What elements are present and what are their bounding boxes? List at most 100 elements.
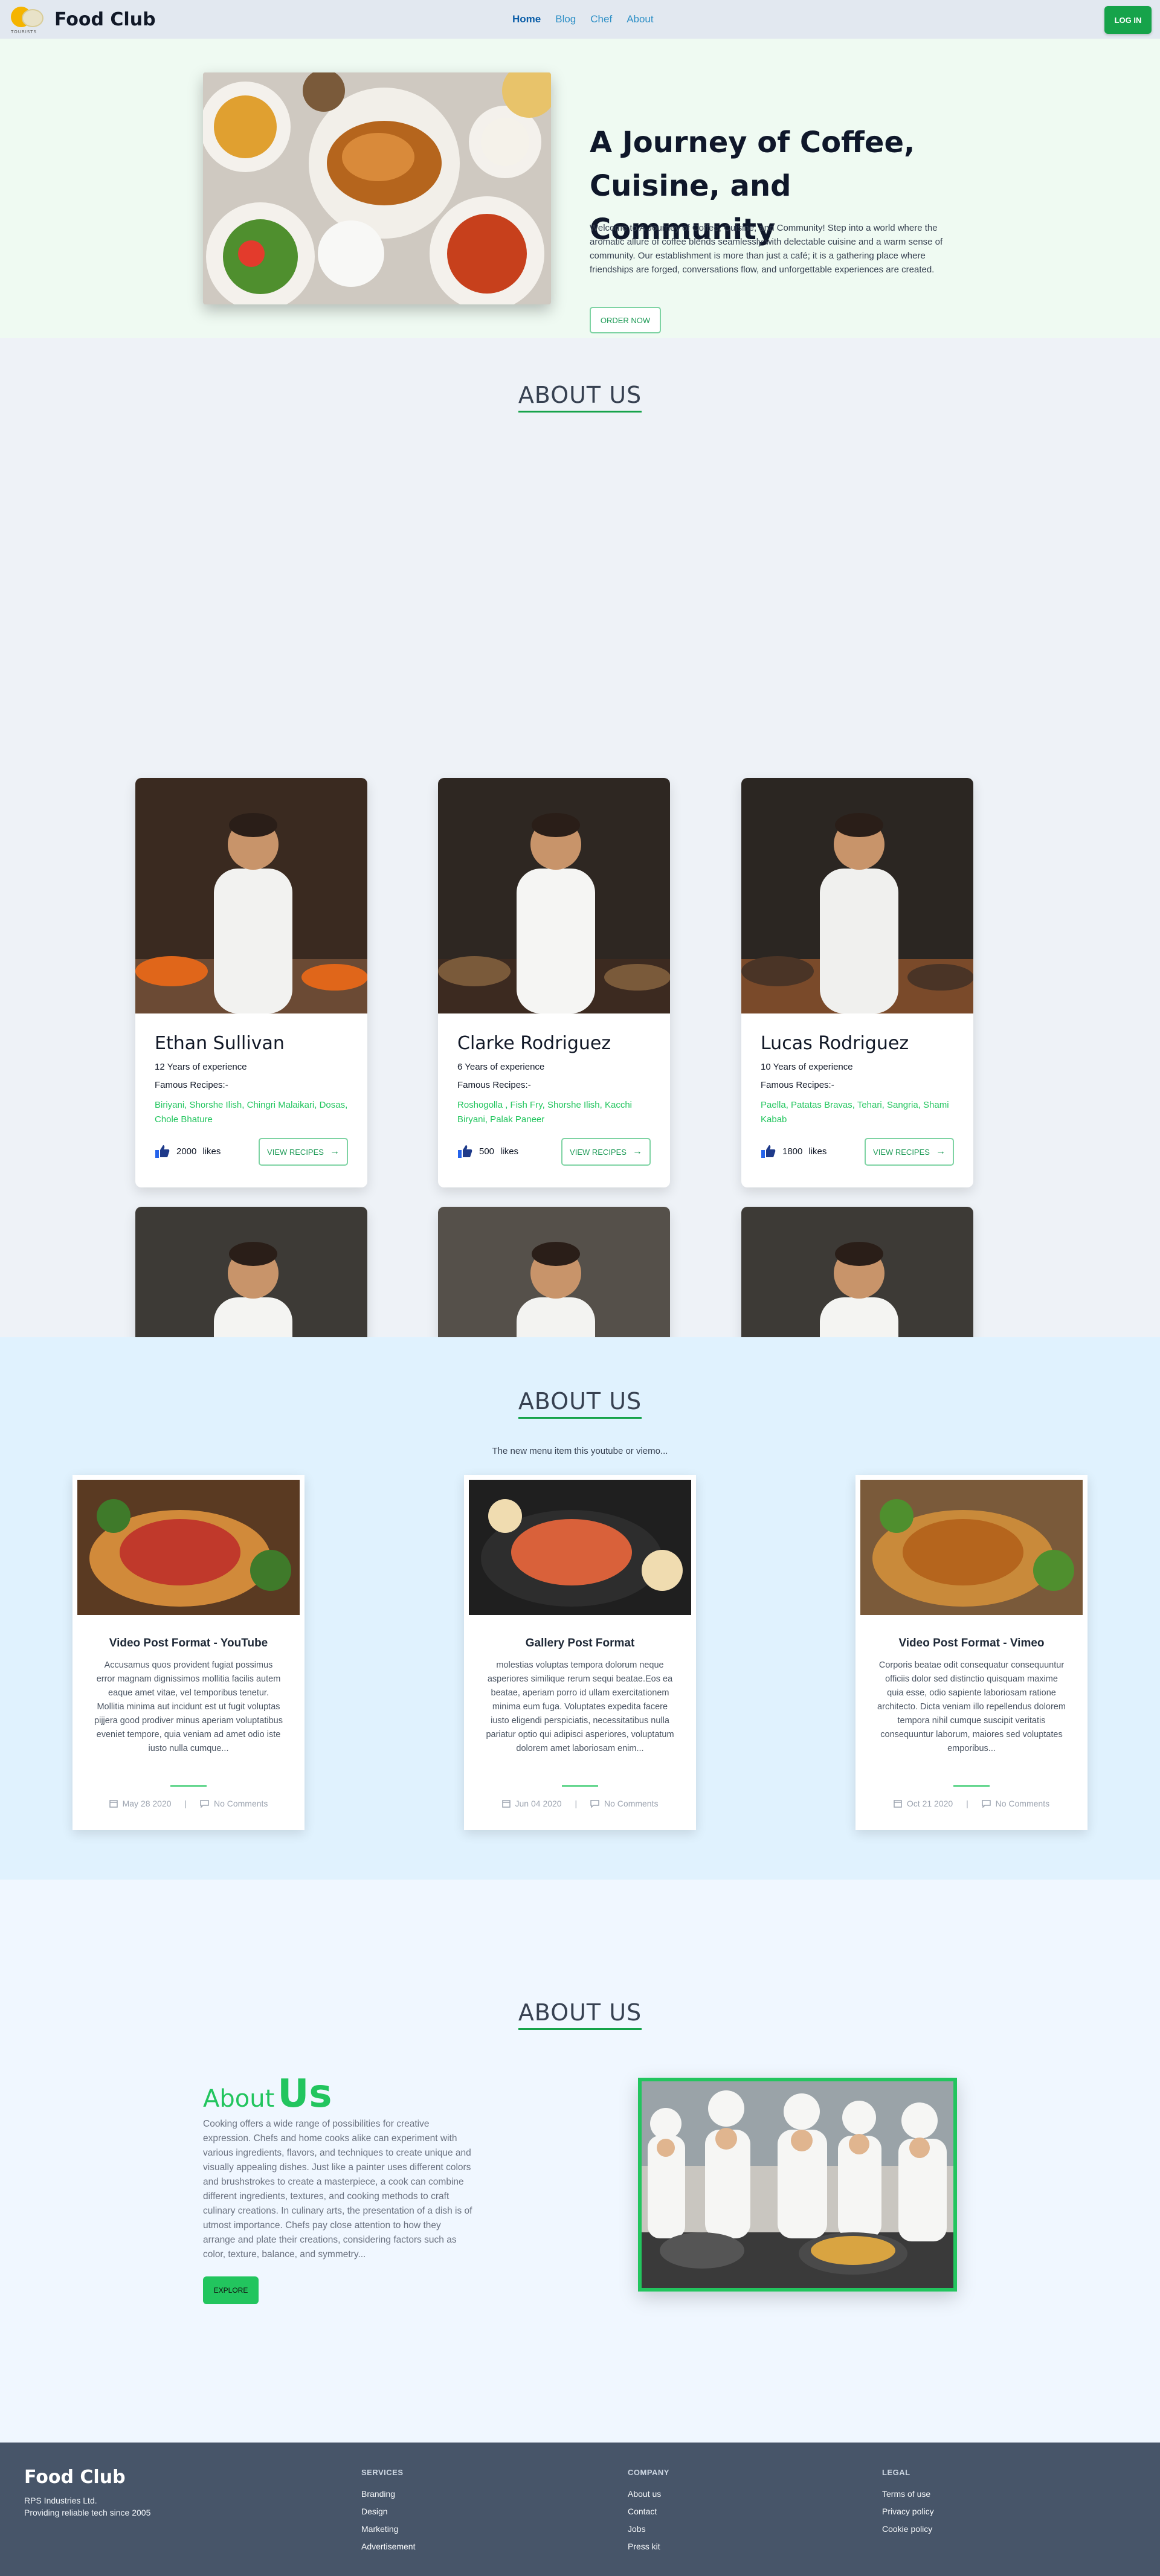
chef-name: Clarke Rodriguez: [457, 1033, 611, 1054]
meta-separator: |: [966, 1799, 968, 1808]
posts-subtitle: The new menu item this youtube or viemo.…: [492, 1446, 668, 1456]
footer-link[interactable]: Press kit: [628, 2542, 669, 2551]
footer-link[interactable]: Privacy policy: [882, 2507, 934, 2516]
chef-name: Lucas Rodriguez: [761, 1033, 909, 1054]
post-meta: May 28 2020 | No Comments: [72, 1799, 304, 1808]
posts-section: ABOUT US The new menu item this youtube …: [0, 1337, 1160, 1880]
footer-tagline: Providing reliable tech since 2005: [24, 2508, 151, 2517]
chef-name: Ethan Sullivan: [155, 1033, 285, 1054]
chef-recipes: Biriyani, Shorshe Ilish, Chingri Malaika…: [155, 1100, 348, 1125]
chefs-section-title-wrap: ABOUT US: [0, 382, 1160, 413]
post-title[interactable]: Gallery Post Format: [464, 1637, 696, 1650]
footer-column-title: COMPANY: [628, 2468, 669, 2477]
post-title[interactable]: Video Post Format - YouTube: [72, 1637, 304, 1650]
post-comments[interactable]: No Comments: [996, 1799, 1049, 1808]
likes-word: likes: [202, 1146, 221, 1157]
famous-recipes-label: Famous Recipes:-: [761, 1080, 834, 1090]
chef-experience: 12 Years of experience: [155, 1062, 247, 1072]
meta-separator: |: [184, 1799, 187, 1808]
arrow-right-icon: →: [329, 1146, 340, 1157]
hero-section: A Journey of Coffee, Cuisine, and Commun…: [0, 39, 1160, 338]
post-excerpt: Corporis beatae odit consequatur consequ…: [877, 1660, 1066, 1753]
logo-caption: TOURISTS: [11, 30, 37, 34]
brand-name[interactable]: Food Club: [54, 9, 156, 30]
chef-recipes: Paella, Patatas Bravas, Tehari, Sangria,…: [761, 1100, 949, 1125]
explore-button[interactable]: EXPLORE: [203, 2276, 259, 2304]
famous-recipes-label: Famous Recipes:-: [457, 1080, 531, 1090]
post-date: May 28 2020: [122, 1799, 172, 1808]
hero-description: Welcome to A Journey of Coffee, Cuisine,…: [590, 223, 943, 275]
comment-icon: [200, 1800, 209, 1808]
footer-link[interactable]: Design: [361, 2507, 415, 2516]
view-recipes-button[interactable]: VIEW RECIPES →: [865, 1138, 954, 1166]
footer-link[interactable]: Marketing: [361, 2524, 415, 2534]
like-count: 2000 likes: [176, 1146, 221, 1157]
posts-section-title-wrap: ABOUT US: [0, 1388, 1160, 1419]
nav-link-chef[interactable]: Chef: [590, 13, 612, 25]
post-image: [469, 1480, 691, 1615]
chef-card: Lucas Rodriguez 10 Years of experience F…: [741, 778, 973, 1187]
logo[interactable]: TOURISTS: [8, 4, 50, 34]
view-recipes-label: VIEW RECIPES: [267, 1147, 324, 1157]
chef-recipes: Roshogolla , Fish Fry, Shorshe Ilish, Ka…: [457, 1100, 633, 1125]
footer-link[interactable]: About us: [628, 2489, 669, 2499]
like-count: 1800 likes: [782, 1146, 826, 1157]
post-comments[interactable]: No Comments: [214, 1799, 268, 1808]
login-button[interactable]: LOG IN: [1104, 6, 1152, 34]
about-section-title-wrap: ABOUT US: [0, 1999, 1160, 2030]
post-comments[interactable]: No Comments: [604, 1799, 658, 1808]
footer-column: SERVICES Branding Design Marketing Advertise…: [361, 2468, 415, 2559]
nav-links: Home Blog Chef About: [512, 13, 654, 25]
post-card[interactable]: Video Post Format - YouTube Accusamus qu…: [72, 1475, 304, 1830]
post-image: [860, 1480, 1083, 1615]
post-date: Jun 04 2020: [515, 1799, 562, 1808]
nav-link-home[interactable]: Home: [512, 13, 541, 25]
view-recipes-button[interactable]: VIEW RECIPES →: [259, 1138, 348, 1166]
footer-link[interactable]: Advertisement: [361, 2542, 415, 2551]
likes-number: 500: [479, 1146, 495, 1157]
chef-photo: [135, 778, 367, 1013]
post-card[interactable]: Gallery Post Format molestias voluptas t…: [464, 1475, 696, 1830]
post-date: Oct 21 2020: [906, 1799, 953, 1808]
post-meta: Oct 21 2020 | No Comments: [856, 1799, 1088, 1808]
thumbs-up-icon[interactable]: [457, 1144, 473, 1158]
post-divider: [562, 1785, 598, 1787]
likes-number: 2000: [176, 1146, 197, 1157]
chefs-team-image: [638, 2078, 957, 2292]
view-recipes-label: VIEW RECIPES: [873, 1147, 930, 1157]
posts-section-title: ABOUT US: [518, 1388, 642, 1419]
view-recipes-label: VIEW RECIPES: [570, 1147, 627, 1157]
thumbs-up-icon[interactable]: [155, 1144, 170, 1158]
footer-brand: Food Club: [24, 2467, 126, 2488]
likes-number: 1800: [782, 1146, 803, 1157]
footer-link[interactable]: Branding: [361, 2489, 415, 2499]
footer-column: COMPANY About us Contact Jobs Press kit: [628, 2468, 669, 2559]
about-text: Cooking offers a wide range of possibili…: [203, 2119, 472, 2260]
comment-icon: [590, 1800, 599, 1808]
post-title[interactable]: Video Post Format - Vimeo: [856, 1637, 1088, 1650]
chefs-section: ABOUT US Ethan Sullivan 12 Years of expe…: [0, 338, 1160, 1616]
likes-word: likes: [808, 1146, 827, 1157]
post-divider: [953, 1785, 990, 1787]
nav-link-about[interactable]: About: [627, 13, 653, 25]
footer-link[interactable]: Jobs: [628, 2524, 669, 2534]
order-now-button[interactable]: ORDER NOW: [590, 307, 661, 333]
view-recipes-button[interactable]: VIEW RECIPES →: [561, 1138, 651, 1166]
hero-food-image: [203, 72, 551, 304]
post-excerpt: Accusamus quos provident fugiat possimus…: [94, 1660, 283, 1753]
post-divider: [170, 1785, 207, 1787]
chefs-section-title: ABOUT US: [518, 382, 642, 413]
footer-link[interactable]: Terms of use: [882, 2489, 934, 2499]
comment-icon: [981, 1800, 991, 1808]
footer: Food Club RPS Industries Ltd. Providing …: [0, 2443, 1160, 2576]
thumbs-up-icon[interactable]: [761, 1144, 776, 1158]
post-card[interactable]: Video Post Format - Vimeo Corporis beata…: [856, 1475, 1088, 1830]
post-excerpt: molestias voluptas tempora dolorum neque…: [486, 1660, 674, 1753]
nav-link-blog[interactable]: Blog: [555, 13, 576, 25]
chef-photo: [741, 778, 973, 1013]
likes-word: likes: [500, 1146, 519, 1157]
post-meta: Jun 04 2020 | No Comments: [464, 1799, 696, 1808]
about-heading: About Us: [203, 2072, 332, 2116]
footer-link[interactable]: Contact: [628, 2507, 669, 2516]
footer-link[interactable]: Cookie policy: [882, 2524, 934, 2534]
